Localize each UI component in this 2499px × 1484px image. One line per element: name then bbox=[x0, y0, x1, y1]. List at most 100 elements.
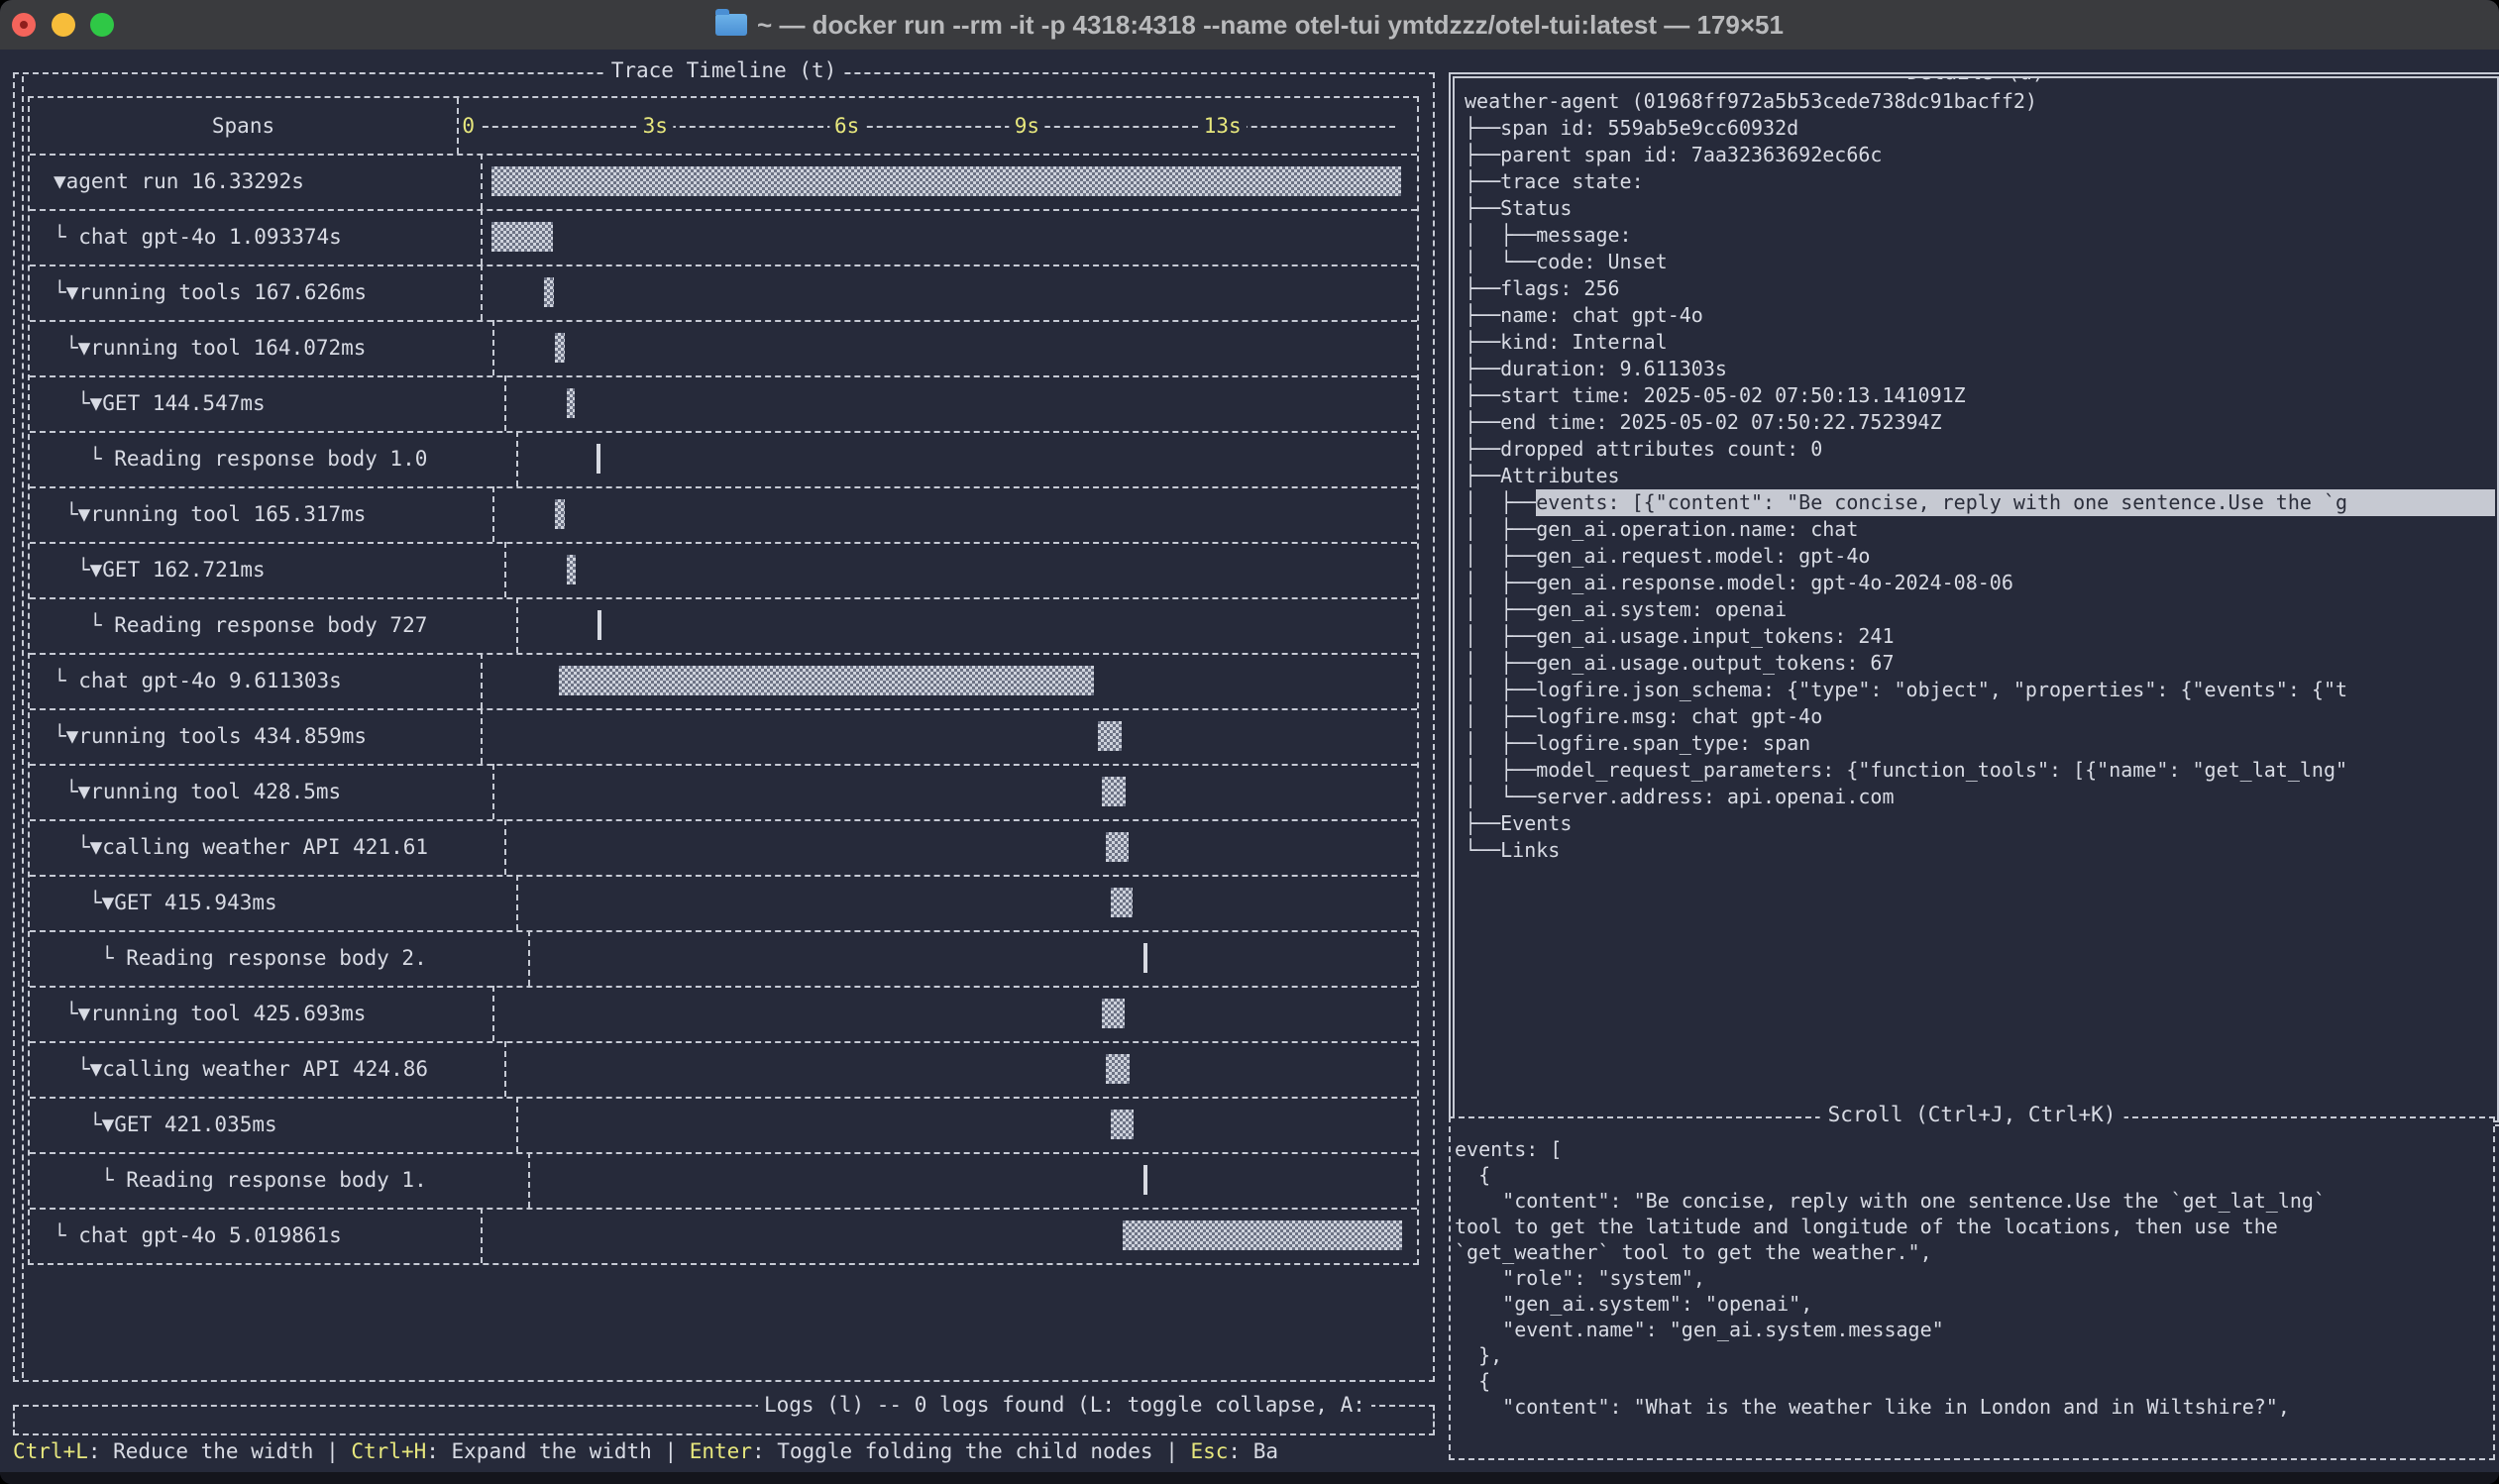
span-track bbox=[506, 819, 1417, 875]
details-tree-node[interactable]: │ ├──gen_ai.request.model: gpt-4o bbox=[1465, 543, 2495, 570]
close-button[interactable] bbox=[12, 13, 36, 37]
span-track bbox=[518, 1097, 1417, 1152]
details-tree-node[interactable]: ├──end time: 2025-05-02 07:50:22.752394Z bbox=[1465, 409, 2495, 436]
details-tree-node[interactable]: │ ├──gen_ai.usage.input_tokens: 241 bbox=[1465, 623, 2495, 650]
span-row[interactable]: └▼GET 421.035ms bbox=[30, 1097, 1417, 1154]
trace-timeline-panel[interactable]: Trace Timeline (t) Spans 03s6s9s13s ▼age… bbox=[13, 72, 1435, 1382]
folder-icon bbox=[715, 14, 747, 36]
span-row[interactable]: └▼running tool 425.693ms bbox=[30, 986, 1417, 1043]
details-tree-node[interactable]: ├──parent span id: 7aa32363692ec66c bbox=[1465, 142, 2495, 168]
span-label: └ chat gpt-4o 1.093374s bbox=[30, 209, 483, 265]
span-row[interactable]: └ Reading response body 1.0 bbox=[30, 431, 1417, 488]
details-node-text: dropped attributes count: 0 bbox=[1500, 436, 1822, 463]
scroll-panel[interactable]: Scroll (Ctrl+J, Ctrl+K) events: [ { "con… bbox=[1449, 1116, 2495, 1460]
details-tree-node[interactable]: │ └──code: Unset bbox=[1465, 249, 2495, 275]
span-track bbox=[494, 320, 1417, 375]
span-row[interactable]: └▼GET 162.721ms bbox=[30, 542, 1417, 599]
span-label: └▼GET 415.943ms bbox=[30, 875, 518, 930]
statusbar-key: Enter bbox=[690, 1439, 752, 1463]
details-tree-node[interactable]: ├──kind: Internal bbox=[1465, 329, 2495, 356]
details-tree-node[interactable]: ├──duration: 9.611303s bbox=[1465, 356, 2495, 382]
details-tree-node[interactable]: ├──trace state: bbox=[1465, 168, 2495, 195]
span-label: └▼calling weather API 424.86 bbox=[30, 1041, 506, 1097]
tree-branch-glyph: ├── bbox=[1465, 409, 1500, 436]
tree-branch-glyph: ├── bbox=[1465, 195, 1500, 222]
details-tree-node[interactable]: │ ├──gen_ai.response.model: gpt-4o-2024-… bbox=[1465, 570, 2495, 596]
span-track bbox=[483, 653, 1417, 708]
tree-branch-glyph: │ ├── bbox=[1465, 596, 1536, 623]
span-row[interactable]: └▼GET 144.547ms bbox=[30, 375, 1417, 433]
details-tree-node[interactable]: ├──Attributes bbox=[1465, 463, 2495, 489]
scroll-line: "gen_ai.system": "openai", bbox=[1455, 1291, 2491, 1317]
details-tree-node[interactable]: │ ├──logfire.span_type: span bbox=[1465, 730, 2495, 757]
span-row[interactable]: ▼agent run 16.33292s bbox=[30, 154, 1417, 211]
tree-branch-glyph: │ ├── bbox=[1465, 543, 1536, 570]
span-row[interactable]: └▼running tool 165.317ms bbox=[30, 486, 1417, 544]
span-label: └ Reading response body 1. bbox=[30, 1152, 530, 1208]
span-row[interactable]: └ Reading response body 727 bbox=[30, 597, 1417, 655]
axis-line bbox=[463, 126, 1395, 128]
tree-branch-glyph: │ ├── bbox=[1465, 703, 1536, 730]
span-row[interactable]: └▼calling weather API 424.86 bbox=[30, 1041, 1417, 1099]
details-tree-node[interactable]: │ ├──logfire.msg: chat gpt-4o bbox=[1465, 703, 2495, 730]
details-tree-node[interactable]: │ ├──gen_ai.operation.name: chat bbox=[1465, 516, 2495, 543]
details-tree-node[interactable]: │ ├──gen_ai.usage.output_tokens: 67 bbox=[1465, 650, 2495, 677]
span-duration-bar bbox=[1102, 777, 1126, 806]
span-row[interactable]: └▼calling weather API 421.61 bbox=[30, 819, 1417, 877]
minimize-button[interactable] bbox=[52, 13, 75, 37]
window-bottom-edge bbox=[0, 1472, 2499, 1484]
scroll-line: "content": "What is the weather like in … bbox=[1455, 1394, 2491, 1420]
span-label: └ Reading response body 2. bbox=[30, 930, 530, 986]
span-row[interactable]: └ Reading response body 2. bbox=[30, 930, 1417, 988]
details-tree-node[interactable]: │ ├──model_request_parameters: {"functio… bbox=[1465, 757, 2495, 784]
details-tree-node[interactable]: ├──name: chat gpt-4o bbox=[1465, 302, 2495, 329]
tree-branch-glyph: ├── bbox=[1465, 356, 1500, 382]
statusbar: Ctrl+L: Reduce the width | Ctrl+H: Expan… bbox=[13, 1439, 1433, 1469]
statusbar-hint: : Reduce the width | bbox=[88, 1439, 352, 1463]
scroll-line: "event.name": "gen_ai.system.message" bbox=[1455, 1317, 2491, 1342]
span-row[interactable]: └ Reading response body 1. bbox=[30, 1152, 1417, 1210]
scroll-panel-title: Scroll (Ctrl+J, Ctrl+K) bbox=[1820, 1103, 2124, 1126]
tree-branch-glyph: ├── bbox=[1465, 382, 1500, 409]
tree-branch-glyph: │ ├── bbox=[1465, 757, 1536, 784]
details-tree-node[interactable]: │ ├──message: bbox=[1465, 222, 2495, 249]
span-row[interactable]: └▼running tool 428.5ms bbox=[30, 764, 1417, 821]
details-node-text: Status bbox=[1500, 195, 1572, 222]
span-row[interactable]: └ chat gpt-4o 5.019861s bbox=[30, 1208, 1417, 1263]
details-tree-node[interactable]: │ ├──gen_ai.system: openai bbox=[1465, 596, 2495, 623]
span-duration-bar bbox=[559, 666, 1094, 695]
span-row[interactable]: └ chat gpt-4o 9.611303s bbox=[30, 653, 1417, 710]
details-tree-node[interactable]: ├──dropped attributes count: 0 bbox=[1465, 436, 2495, 463]
details-tree-node[interactable]: │ ├──logfire.json_schema: {"type": "obje… bbox=[1465, 677, 2495, 703]
span-track bbox=[483, 154, 1417, 209]
details-tree-node[interactable]: ├──Status bbox=[1465, 195, 2495, 222]
span-row[interactable]: └▼running tools 167.626ms bbox=[30, 265, 1417, 322]
details-panel[interactable]: Details (d) weather-agent (01968ff972a5b… bbox=[1449, 72, 2499, 1126]
details-node-selected: events: [{"content": "Be concise, reply … bbox=[1536, 489, 2495, 516]
span-duration-bar bbox=[1143, 1165, 1147, 1195]
span-track bbox=[494, 486, 1417, 542]
details-tree-node[interactable]: └──Links bbox=[1465, 837, 2495, 864]
span-label: └▼GET 162.721ms bbox=[30, 542, 506, 597]
span-row[interactable]: └▼running tools 434.859ms bbox=[30, 708, 1417, 766]
details-tree-node[interactable]: │ └──server.address: api.openai.com bbox=[1465, 784, 2495, 810]
span-row[interactable]: └▼running tool 164.072ms bbox=[30, 320, 1417, 377]
details-tree-node[interactable]: ├──start time: 2025-05-02 07:50:13.14109… bbox=[1465, 382, 2495, 409]
span-duration-bar bbox=[597, 444, 600, 474]
details-node-text: gen_ai.system: openai bbox=[1536, 596, 1787, 623]
details-node-text: start time: 2025-05-02 07:50:13.141091Z bbox=[1500, 382, 1966, 409]
scroll-line: `get_weather` tool to get the weather.", bbox=[1455, 1239, 2491, 1265]
details-tree-node[interactable]: ├──flags: 256 bbox=[1465, 275, 2495, 302]
logs-panel[interactable]: Logs (l) -- 0 logs found (L: toggle coll… bbox=[13, 1405, 1435, 1435]
zoom-button[interactable] bbox=[90, 13, 114, 37]
span-row[interactable]: └▼GET 415.943ms bbox=[30, 875, 1417, 932]
tree-branch-glyph: ├── bbox=[1465, 463, 1500, 489]
details-tree-node[interactable]: │ ├──events: [{"content": "Be concise, r… bbox=[1465, 489, 2495, 516]
span-row[interactable]: └ chat gpt-4o 1.093374s bbox=[30, 209, 1417, 266]
details-tree-node[interactable]: ├──span id: 559ab5e9cc60932d bbox=[1465, 115, 2495, 142]
scroll-line: events: [ bbox=[1455, 1136, 2491, 1162]
details-tree-node[interactable]: weather-agent (01968ff972a5b53cede738dc9… bbox=[1465, 88, 2495, 115]
details-tree-node[interactable]: ├──Events bbox=[1465, 810, 2495, 837]
span-label: └▼GET 421.035ms bbox=[30, 1097, 518, 1152]
span-duration-bar bbox=[1098, 721, 1122, 751]
